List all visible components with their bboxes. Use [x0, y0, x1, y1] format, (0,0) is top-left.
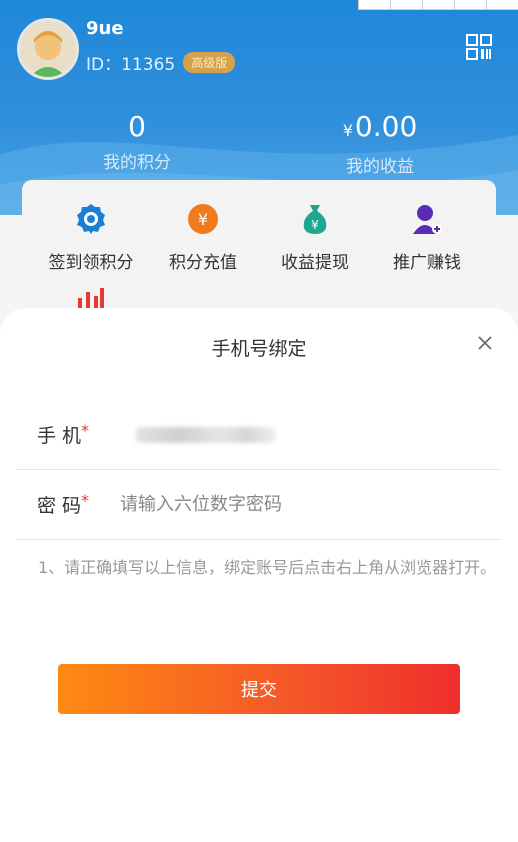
modal-title: 手机号绑定 [211, 338, 307, 360]
close-icon[interactable] [476, 334, 494, 352]
phone-label-text: 手 机 [37, 425, 82, 447]
menu-label: 签到领积分 [48, 253, 134, 273]
avatar[interactable] [17, 18, 79, 80]
control-icon[interactable] [486, 0, 518, 10]
points-stat[interactable]: 0 我的积分 [37, 110, 237, 173]
phone-label: 手 机* [16, 421, 100, 448]
badge-icon [77, 204, 105, 234]
yen-coin-icon: ¥ [188, 204, 218, 234]
username: 9ue [86, 18, 124, 39]
money-bag-icon: ¥ [303, 205, 327, 234]
required-mark: * [81, 491, 90, 510]
income-value-row: ¥0.00 [280, 110, 480, 148]
membership-badge: 高级版 [183, 52, 236, 73]
menu-label: 收益提现 [281, 253, 349, 273]
submit-button[interactable]: 提交 [58, 664, 460, 714]
svg-text:¥: ¥ [198, 210, 208, 229]
required-mark: * [81, 421, 90, 440]
points-label: 我的积分 [103, 153, 171, 173]
menu-item-withdraw[interactable]: ¥ 收益提现 [260, 202, 370, 273]
user-id-text: ID：11365 [86, 55, 176, 75]
avatar-icon [30, 31, 66, 77]
user-id: ID：11365 高级版 [86, 50, 236, 75]
points-value: 0 [128, 110, 146, 143]
window-controls [358, 0, 518, 10]
menu-item-promote[interactable]: 推广赚钱 [372, 202, 482, 273]
control-icon[interactable] [422, 0, 454, 10]
password-label: 密 码* [16, 491, 100, 518]
currency-symbol: ¥ [342, 121, 353, 140]
password-field-row: 密 码* [16, 470, 502, 540]
income-label: 我的收益 [346, 157, 414, 177]
bind-phone-modal: 手机号绑定 手 机* 密 码* 1、请正确填写以上信息，绑定账号后点击右上角从浏… [0, 308, 518, 842]
redacted-phone-number [136, 427, 276, 443]
phone-field-row: 手 机* [16, 400, 502, 470]
income-stat[interactable]: ¥0.00 我的收益 [280, 110, 480, 177]
menu-item-recharge[interactable]: ¥ 积分充值 [148, 202, 258, 273]
bar-chart-icon[interactable] [76, 286, 106, 308]
svg-text:¥: ¥ [311, 218, 319, 232]
control-icon[interactable] [358, 0, 390, 10]
password-input[interactable] [120, 494, 480, 515]
menu-label: 推广赚钱 [393, 253, 461, 273]
control-icon[interactable] [454, 0, 486, 10]
menu-label: 积分充值 [169, 253, 237, 273]
income-value: 0.00 [354, 110, 418, 143]
add-user-icon [413, 205, 442, 234]
password-label-text: 密 码 [37, 495, 82, 517]
menu-item-checkin[interactable]: 签到领积分 [36, 202, 146, 273]
control-icon[interactable] [390, 0, 422, 10]
qrcode-icon[interactable] [466, 34, 492, 60]
binding-notice: 1、请正确填写以上信息，绑定账号后点击右上角从浏览器打开。 [38, 558, 497, 577]
